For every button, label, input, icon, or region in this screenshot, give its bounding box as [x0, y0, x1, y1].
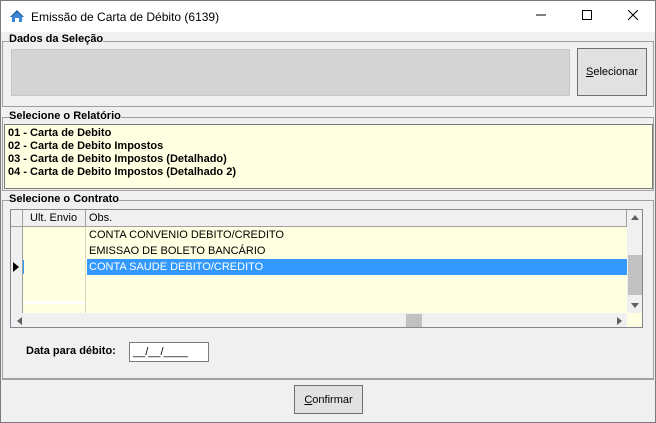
selection-data-label: Dados da Seleção: [9, 33, 104, 45]
table-row[interactable]: EMISSAO DE BOLETO BANCÁRIO: [87, 243, 627, 259]
maximize-icon: [582, 10, 592, 23]
debit-date-input[interactable]: __/__/____: [129, 342, 209, 362]
report-group-label: Selecione o Relatório: [9, 110, 121, 122]
select-button-label: elecionar: [593, 66, 638, 78]
window-title: Emissão de Carta de Débito (6139): [31, 10, 220, 24]
report-item[interactable]: 01 - Carta de Debito: [8, 127, 649, 140]
scroll-left-icon[interactable]: [11, 313, 27, 327]
contract-grid[interactable]: Ult. Envio Obs. CONTA CONVENIO DEBITO/CR…: [10, 209, 643, 328]
confirm-button-mnemonic: C: [304, 393, 313, 406]
report-item[interactable]: 02 - Carta de Debito Impostos: [8, 140, 649, 153]
vertical-scroll-thumb[interactable]: [628, 255, 642, 295]
scroll-down-icon[interactable]: [627, 298, 642, 313]
table-row[interactable]: CONTA CONVENIO DEBITO/CREDITO: [87, 227, 627, 243]
horizontal-scroll-thumb[interactable]: [406, 314, 422, 327]
minimize-icon: [536, 10, 546, 23]
current-row-arrow-icon: [13, 262, 19, 272]
column-header-obs[interactable]: Obs.: [86, 210, 627, 227]
confirm-button[interactable]: Confirmar: [294, 385, 363, 414]
selected-cell-marker: [23, 260, 24, 274]
debit-date-label: Data para débito:: [26, 345, 116, 357]
maximize-button[interactable]: [564, 1, 610, 32]
dialog-window: Emissão de Carta de Débito (6139) Dados …: [0, 0, 656, 423]
select-button-mnemonic: S: [586, 66, 594, 78]
table-row-selected[interactable]: CONTA SAUDE DEBITO/CREDITO: [87, 259, 627, 275]
horizontal-scrollbar[interactable]: [11, 313, 627, 327]
report-item[interactable]: 03 - Carta de Debito Impostos (Detalhado…: [8, 153, 649, 166]
selection-summary-field: [11, 49, 570, 96]
close-icon: [627, 9, 639, 23]
footer-divider: [2, 379, 654, 380]
report-item[interactable]: 04 - Carta de Debito Impostos (Detalhado…: [8, 166, 649, 179]
minimize-button[interactable]: [518, 1, 564, 32]
app-logo-icon: [9, 8, 25, 24]
scroll-up-icon[interactable]: [627, 210, 642, 225]
cell-editor-remnant: [23, 301, 85, 304]
contract-group-label: Selecione o Contrato: [9, 193, 120, 205]
title-bar[interactable]: Emissão de Carta de Débito (6139): [1, 1, 655, 32]
column-header-ult-envio[interactable]: Ult. Envio: [23, 210, 86, 227]
confirm-button-label: onfirmar: [312, 393, 353, 406]
close-button[interactable]: [610, 1, 656, 32]
vertical-scrollbar[interactable]: [627, 210, 642, 313]
scroll-right-icon[interactable]: [611, 313, 627, 327]
select-button[interactable]: Selecionar: [577, 48, 647, 96]
grid-header-indicator: [11, 210, 23, 227]
grid-header: Ult. Envio Obs.: [11, 210, 627, 227]
report-list[interactable]: 01 - Carta de Debito 02 - Carta de Debit…: [4, 124, 653, 189]
